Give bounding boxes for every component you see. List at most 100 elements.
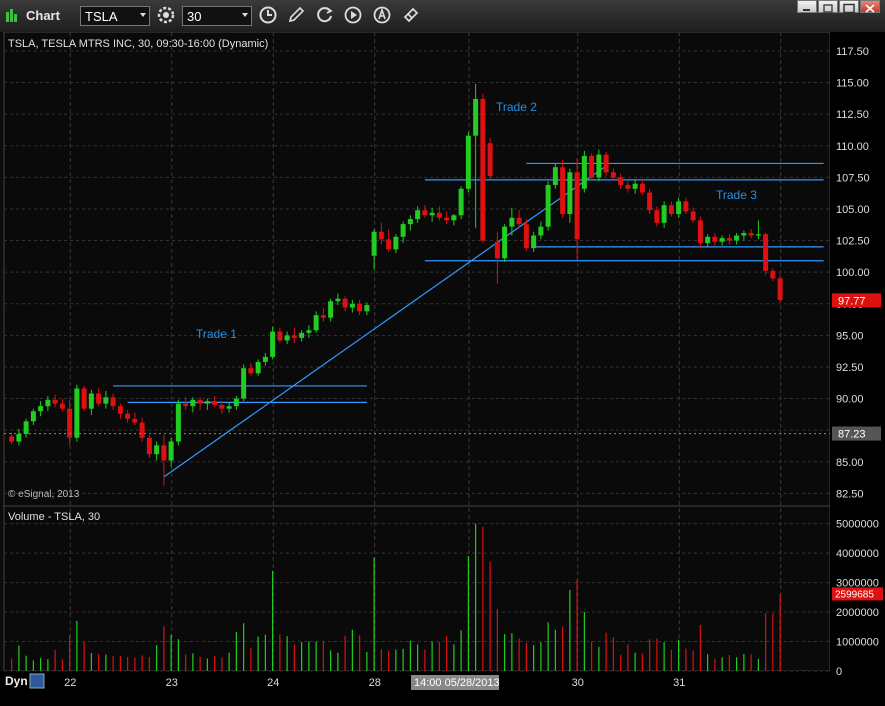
pencil-icon[interactable] bbox=[286, 5, 306, 25]
price-tick-label: 112.50 bbox=[836, 109, 869, 121]
symbol-value: TSLA bbox=[85, 9, 118, 24]
candle-body bbox=[451, 215, 457, 221]
candle-body bbox=[697, 220, 703, 244]
interval-input[interactable]: 30 bbox=[182, 6, 252, 26]
candle-body bbox=[103, 397, 109, 404]
price-tick-label: 105.00 bbox=[836, 204, 870, 216]
candle-body bbox=[763, 234, 769, 271]
candle-body bbox=[183, 403, 189, 407]
candle-body bbox=[139, 422, 145, 438]
annotation-trade-3[interactable]: Trade 3 bbox=[716, 188, 757, 202]
last-volume-label: 2599685 bbox=[835, 589, 874, 600]
candle-body bbox=[494, 241, 500, 259]
price-tick-label: 82.50 bbox=[836, 488, 864, 500]
candle-body bbox=[458, 188, 464, 216]
candle-body bbox=[444, 217, 450, 221]
clock-icon[interactable] bbox=[258, 5, 278, 25]
candle-body bbox=[277, 331, 283, 341]
price-axis[interactable] bbox=[830, 32, 885, 671]
volume-pane[interactable] bbox=[3, 505, 831, 672]
candle-body bbox=[465, 135, 471, 189]
dyn-mode-label: Dyn bbox=[5, 674, 28, 688]
footer-mode[interactable]: Dyn bbox=[5, 673, 45, 689]
title-bar: Chart TSLA 30 bbox=[0, 0, 885, 33]
refresh-icon[interactable] bbox=[315, 5, 335, 25]
price-tick-label: 90.00 bbox=[836, 394, 864, 406]
candle-body bbox=[88, 393, 94, 409]
candle-body bbox=[509, 217, 515, 227]
candle-body bbox=[219, 404, 225, 409]
volume-pane-header: Volume - TSLA, 30 bbox=[8, 511, 100, 523]
candle-body bbox=[473, 98, 479, 136]
candle-body bbox=[371, 231, 377, 256]
candle-body bbox=[110, 397, 116, 407]
chevron-down-icon[interactable] bbox=[242, 13, 248, 17]
candle-body bbox=[16, 433, 22, 442]
candle-body bbox=[429, 212, 435, 216]
close-icon bbox=[865, 4, 875, 13]
candle-body bbox=[270, 331, 276, 357]
candle-body bbox=[117, 406, 123, 414]
candle-body bbox=[45, 399, 51, 407]
volume-tick-label: 2000000 bbox=[836, 607, 879, 619]
candle-body bbox=[342, 298, 348, 308]
candle-body bbox=[502, 226, 508, 259]
maximize-icon bbox=[843, 3, 855, 14]
candle-body bbox=[705, 236, 711, 244]
candle-body bbox=[632, 183, 638, 189]
candle-body bbox=[161, 445, 167, 461]
tools-icon[interactable] bbox=[401, 5, 421, 25]
price-tick-label: 117.50 bbox=[836, 46, 869, 58]
candle-body bbox=[574, 172, 580, 240]
annotation-trade-1[interactable]: Trade 1 bbox=[196, 327, 237, 341]
candle-body bbox=[690, 211, 696, 221]
candle-body bbox=[683, 201, 689, 212]
play-icon[interactable] bbox=[343, 5, 363, 25]
alert-icon[interactable] bbox=[372, 5, 392, 25]
dynamic-toggle-icon[interactable] bbox=[29, 673, 45, 689]
candle-body bbox=[335, 298, 341, 302]
cursor-time-marker: 14:00 05/28/2013 bbox=[411, 675, 500, 690]
close-button[interactable] bbox=[860, 0, 880, 13]
candle-body bbox=[386, 239, 392, 250]
annotation-trade-2[interactable]: Trade 2 bbox=[496, 100, 537, 114]
candle-body bbox=[9, 436, 15, 442]
candle-body bbox=[262, 356, 268, 362]
restore-button[interactable] bbox=[818, 0, 838, 13]
window-title: Chart bbox=[26, 8, 60, 23]
price-pane[interactable] bbox=[3, 32, 831, 507]
candle-body bbox=[436, 212, 442, 218]
price-tick-label: 107.50 bbox=[836, 172, 870, 184]
time-tick-label: 23 bbox=[166, 677, 178, 689]
last-price-label: 97.77 bbox=[838, 295, 866, 307]
chart-settings-icon[interactable] bbox=[156, 5, 176, 25]
candle-body bbox=[777, 278, 783, 300]
candle-body bbox=[415, 210, 421, 220]
maximize-button[interactable] bbox=[839, 0, 859, 14]
chevron-down-icon[interactable] bbox=[140, 13, 146, 17]
candle-body bbox=[516, 217, 522, 225]
candle-body bbox=[589, 155, 595, 178]
candle-body bbox=[30, 411, 36, 422]
symbol-input[interactable]: TSLA bbox=[80, 6, 150, 26]
candle-body bbox=[407, 219, 413, 225]
candle-body bbox=[248, 368, 254, 374]
candle-body bbox=[96, 393, 102, 404]
minimize-button[interactable] bbox=[797, 0, 817, 13]
candle-body bbox=[567, 172, 573, 215]
candle-body bbox=[719, 238, 725, 242]
chart-area[interactable]: 82.5085.0087.5090.0092.5095.0097.50100.0… bbox=[0, 32, 885, 706]
candle-body bbox=[603, 154, 609, 173]
candle-body bbox=[190, 399, 196, 407]
candle-body bbox=[560, 167, 566, 215]
candle-body bbox=[647, 192, 653, 211]
volume-tick-label: 4000000 bbox=[836, 548, 879, 560]
candle-body bbox=[154, 445, 160, 455]
candle-body bbox=[523, 224, 529, 249]
candle-body bbox=[81, 388, 87, 409]
chart-app-icon bbox=[6, 9, 17, 22]
chart-window: Chart TSLA 30 82.50 85.00 90.00 92.50 95… bbox=[0, 0, 885, 706]
candle-body bbox=[712, 236, 718, 242]
candle-body bbox=[676, 201, 682, 215]
candle-body bbox=[393, 236, 399, 250]
